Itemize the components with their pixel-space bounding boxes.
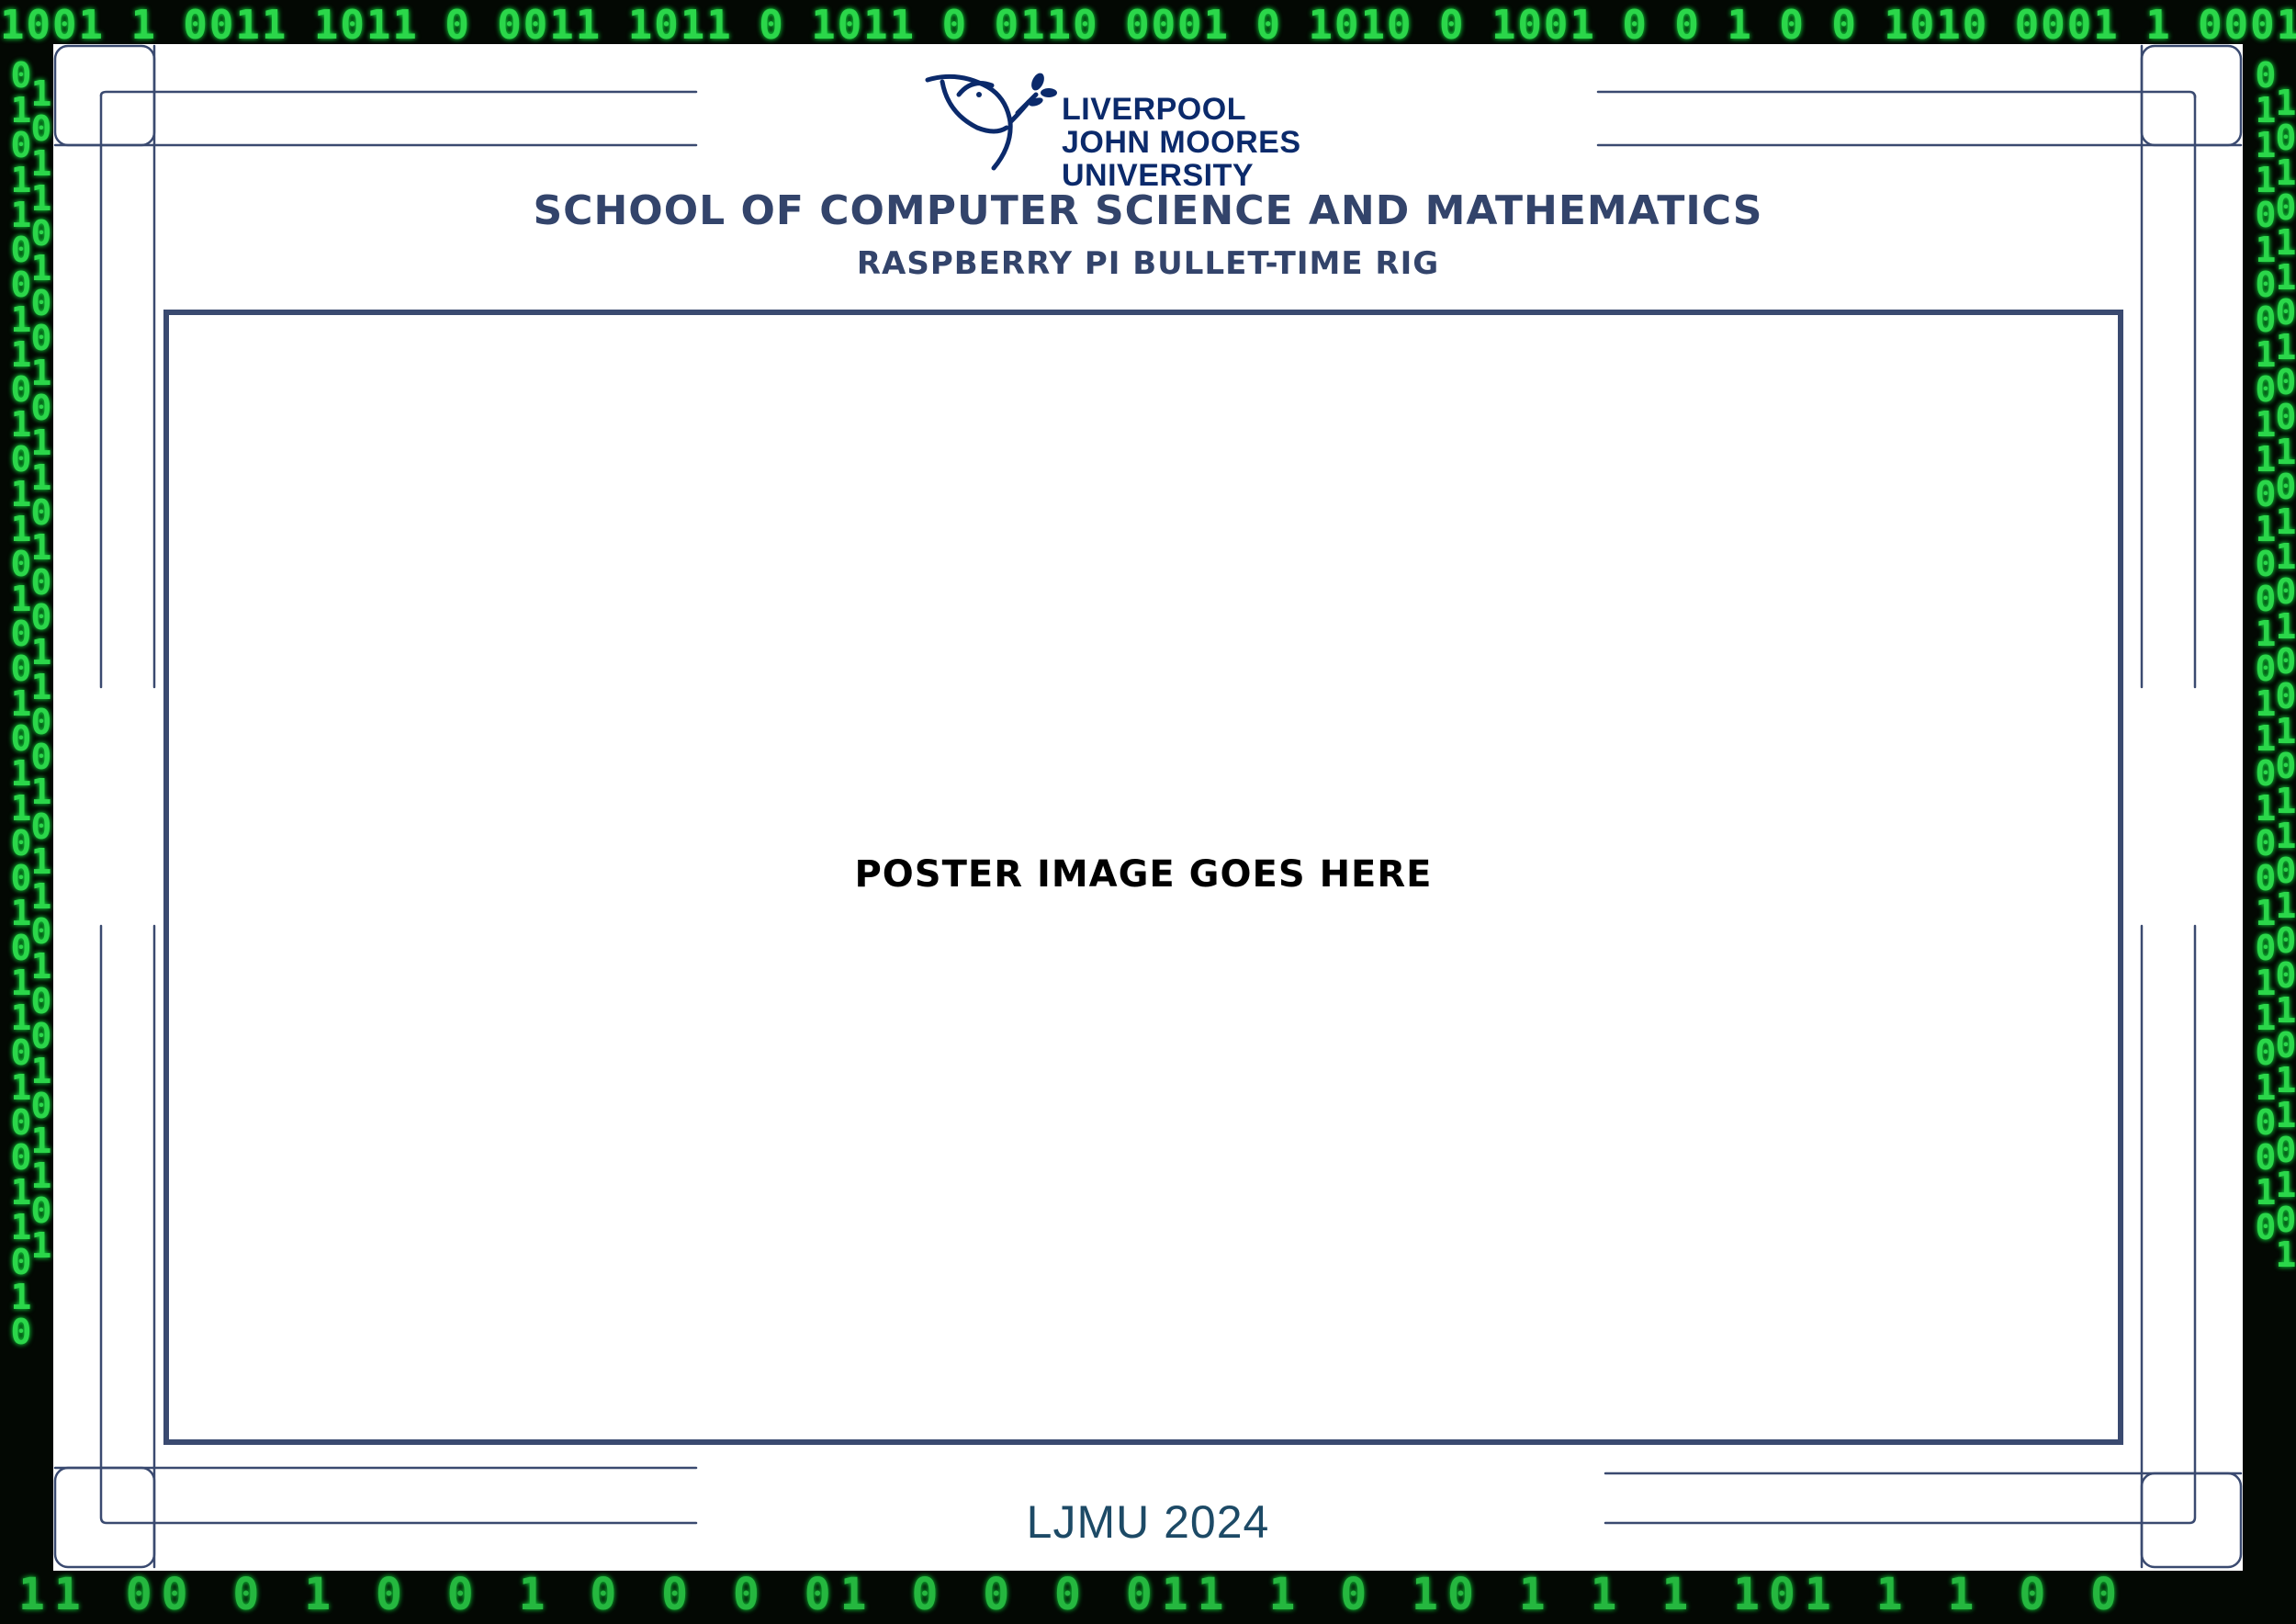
- poster-sheet: LIVERPOOL JOHN MOORES UNIVERSITY School …: [53, 44, 2243, 1571]
- binary-column-right-2: 1010110100101101001011010010110101: [2266, 83, 2296, 1269]
- liver-bird-icon: [925, 73, 1057, 171]
- binary-digits-bottom: 11 00 0 1 0 0 1 0 0 0 01 0 0 0 011 1 0 1…: [18, 1569, 2127, 1620]
- project-title: Raspberry Pi Bullet-Time Rig: [856, 245, 1440, 282]
- poster-image-area: Poster image goes here: [163, 310, 2123, 1445]
- logo-line-1: LIVERPOOL: [1062, 92, 1246, 127]
- logo-wordmark: LIVERPOOL JOHN MOORES UNIVERSITY: [1062, 93, 1301, 192]
- footer-year: LJMU 2024: [1026, 1496, 1270, 1548]
- school-title: School of Computer Science and Mathemati…: [533, 187, 1763, 234]
- poster-image-placeholder: Poster image goes here: [854, 853, 1433, 896]
- binary-digits-top: 1001 1 0011 1011 0 0011 1011 0 1011 0 01…: [0, 2, 2296, 49]
- logo-line-2: JOHN MOORES: [1062, 125, 1301, 160]
- university-logo: LIVERPOOL JOHN MOORES UNIVERSITY: [922, 67, 1363, 192]
